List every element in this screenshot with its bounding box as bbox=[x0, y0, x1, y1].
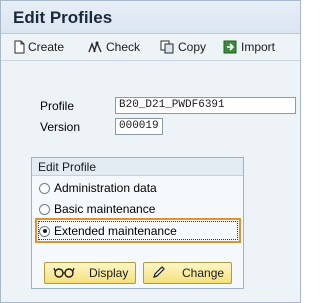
display-button[interactable]: Display bbox=[44, 262, 136, 284]
change-button[interactable]: Change bbox=[143, 262, 232, 284]
page-title: Edit Profiles bbox=[13, 8, 113, 27]
check-label: Check bbox=[106, 40, 141, 54]
radio-label: Basic maintenance bbox=[54, 202, 156, 216]
title-bar: Edit Profiles bbox=[1, 1, 300, 34]
radio-button[interactable] bbox=[39, 182, 50, 194]
version-input[interactable]: 000019 bbox=[115, 118, 163, 135]
document-icon bbox=[14, 40, 25, 54]
group-title: Edit Profile bbox=[38, 160, 97, 174]
copy-label: Copy bbox=[178, 40, 207, 54]
check-button[interactable]: Check bbox=[87, 38, 140, 56]
radio-button[interactable] bbox=[39, 203, 50, 215]
radio-label: Administration data bbox=[54, 181, 157, 195]
radio-extended-maintenance[interactable]: Extended maintenance bbox=[39, 222, 177, 240]
check-icon bbox=[87, 40, 103, 54]
profile-input[interactable]: B20_D21_PWDF6391 bbox=[115, 97, 296, 114]
display-label: Display bbox=[89, 266, 129, 280]
change-label: Change bbox=[182, 266, 225, 280]
import-button[interactable]: Import bbox=[223, 38, 275, 56]
create-button[interactable]: Create bbox=[14, 38, 64, 56]
radio-basic-maintenance[interactable]: Basic maintenance bbox=[39, 200, 155, 218]
import-label: Import bbox=[241, 40, 276, 54]
profile-label: Profile bbox=[40, 99, 75, 113]
copy-button[interactable]: Copy bbox=[160, 38, 206, 56]
version-label: Version bbox=[40, 120, 81, 134]
application-toolbar: Create Check Copy Import bbox=[1, 34, 300, 61]
create-label: Create bbox=[28, 40, 65, 54]
radio-label: Extended maintenance bbox=[54, 224, 177, 238]
copy-icon bbox=[160, 40, 175, 54]
pencil-icon bbox=[152, 265, 166, 282]
import-icon bbox=[223, 40, 238, 54]
glasses-icon bbox=[53, 266, 75, 281]
radio-administration-data[interactable]: Administration data bbox=[39, 179, 157, 197]
group-header: Edit Profile bbox=[32, 158, 243, 176]
radio-button-selected[interactable] bbox=[39, 225, 50, 237]
